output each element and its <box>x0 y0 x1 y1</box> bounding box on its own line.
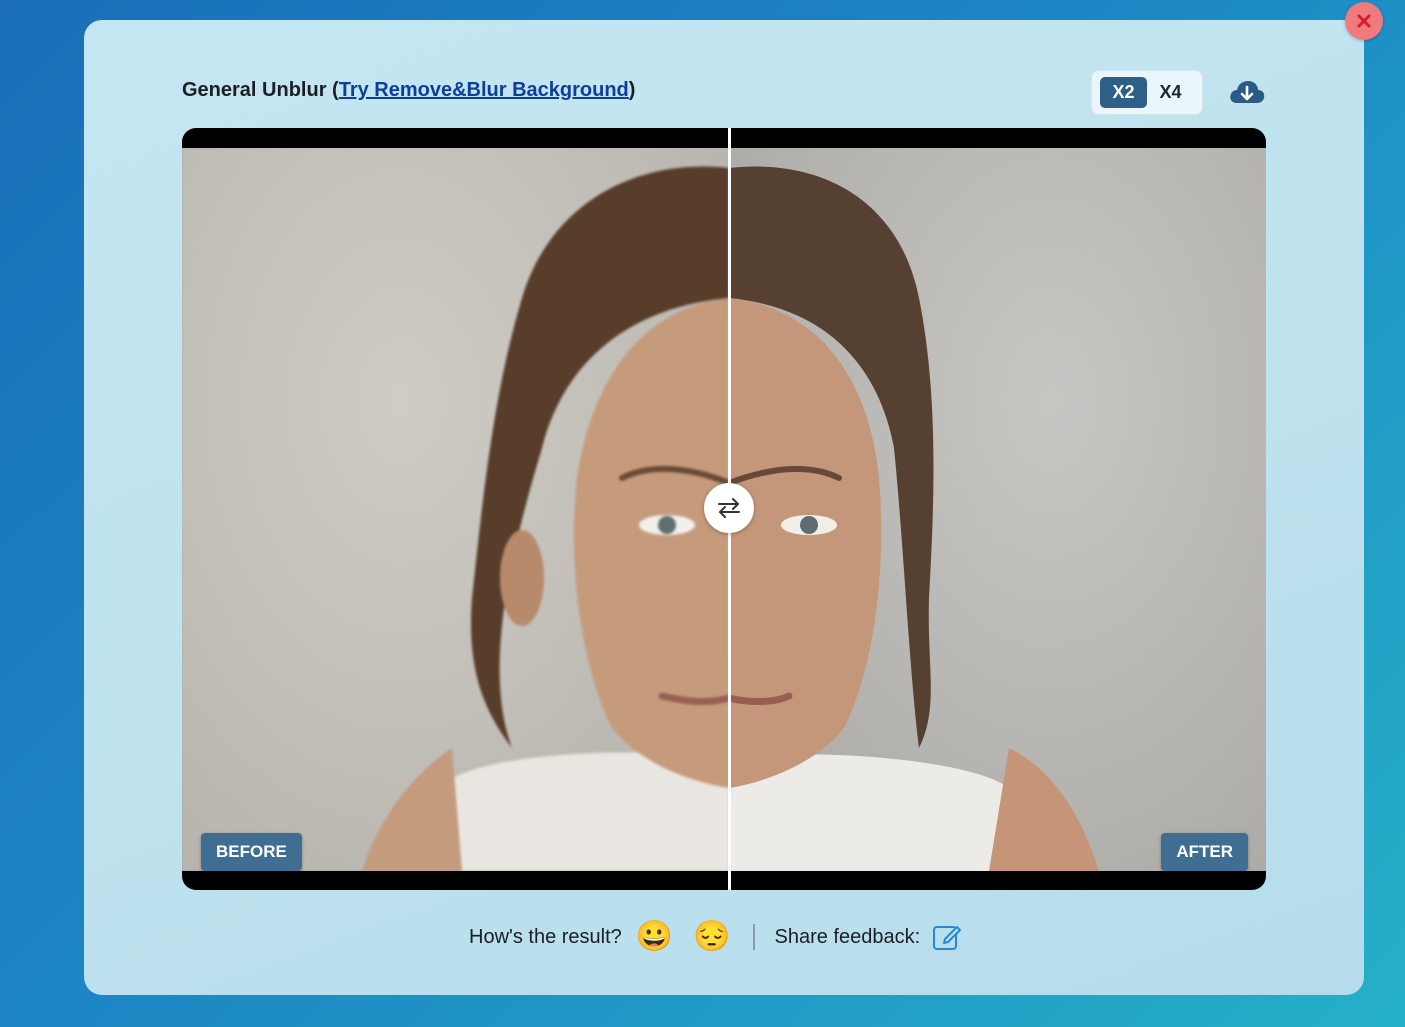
feedback-separator <box>752 924 755 950</box>
sad-emoji-button[interactable]: 😔 <box>693 922 730 952</box>
remove-blur-background-link[interactable]: Try Remove&Blur Background <box>339 79 629 101</box>
before-image <box>182 148 729 871</box>
close-icon <box>1357 14 1371 28</box>
title-suffix: ) <box>628 79 636 101</box>
scale-x4-button[interactable]: X4 <box>1147 77 1194 108</box>
scale-x2-button[interactable]: X2 <box>1100 77 1147 108</box>
before-label: BEFORE <box>201 833 302 871</box>
feedback-bar: How's the result? 😀 😔 Share feedback: <box>469 918 962 956</box>
after-label: AFTER <box>1161 833 1248 871</box>
swap-handle[interactable] <box>704 483 754 533</box>
page-title: General Unblur (Try Remove&Blur Backgrou… <box>182 79 635 102</box>
edit-icon[interactable] <box>932 922 962 952</box>
close-button[interactable] <box>1345 2 1383 40</box>
after-image <box>729 148 1266 871</box>
title-prefix: General Unblur ( <box>182 79 339 101</box>
share-feedback-label: Share feedback: <box>774 925 921 948</box>
scale-toggle: X2 X4 <box>1091 70 1203 115</box>
feedback-question: How's the result? <box>469 925 622 948</box>
cloud-download-icon[interactable] <box>1227 76 1267 108</box>
comparison-viewer[interactable]: BEFORE AFTER <box>182 128 1266 890</box>
happy-emoji-button[interactable]: 😀 <box>636 922 673 952</box>
swap-arrows-icon <box>718 498 740 518</box>
